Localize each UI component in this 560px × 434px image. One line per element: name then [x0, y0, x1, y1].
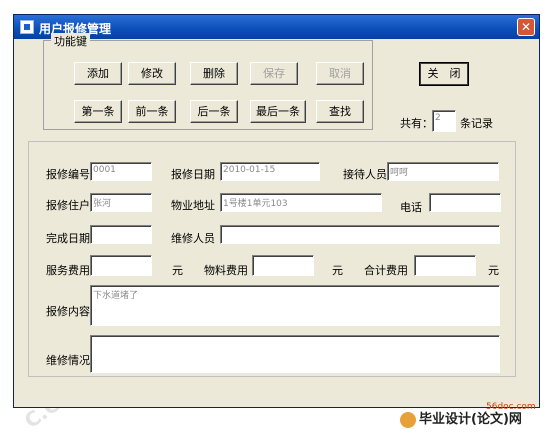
resident-field[interactable]: 张河	[90, 193, 152, 212]
total-fee-unit: 元	[488, 264, 499, 277]
record-count-field: 2	[432, 110, 456, 132]
cancel-button[interactable]: 取消	[316, 62, 364, 85]
prev-record-button[interactable]: 前一条	[128, 100, 176, 123]
next-record-button[interactable]: 后一条	[190, 100, 238, 123]
address-field[interactable]: 1号楼1单元103	[220, 193, 382, 212]
record-count-prefix: 共有：	[400, 117, 433, 130]
content-label: 报修内容	[46, 305, 90, 318]
function-key-group-label: 功能键	[51, 33, 90, 49]
title-bar[interactable]: 用户报修管理 ✕	[14, 15, 539, 39]
material-fee-field[interactable]	[252, 255, 314, 276]
total-fee-label: 合计费用	[364, 264, 408, 277]
repair-date-label: 报修日期	[171, 168, 215, 181]
delete-button[interactable]: 删除	[190, 62, 238, 85]
resident-label: 报修住户	[46, 199, 90, 212]
footer-brand-text: 毕业设计(论文)网	[419, 412, 522, 427]
receiver-label: 接待人员	[343, 168, 387, 181]
repair-no-label: 报修编号	[46, 168, 90, 181]
last-record-button[interactable]: 最后一条	[250, 100, 306, 123]
repairman-field[interactable]	[220, 225, 500, 244]
find-button[interactable]: 查找	[316, 100, 364, 123]
repair-no-field[interactable]: 0001	[90, 162, 152, 181]
service-fee-field[interactable]	[90, 255, 152, 276]
app-icon	[20, 20, 34, 34]
service-fee-label: 服务费用	[46, 264, 90, 277]
service-fee-unit: 元	[172, 264, 183, 277]
brand-logo-icon	[400, 411, 416, 428]
finish-date-label: 完成日期	[46, 232, 90, 245]
phone-field[interactable]	[429, 193, 501, 212]
repairman-label: 维修人员	[171, 232, 215, 245]
finish-date-field[interactable]	[90, 225, 152, 244]
total-fee-field[interactable]	[414, 255, 476, 276]
footer-brand: 毕业设计(论文)网	[400, 408, 522, 428]
receiver-field[interactable]: 呵呵	[387, 162, 499, 181]
material-fee-label: 物料费用	[204, 264, 248, 277]
close-window-button[interactable]: ✕	[517, 18, 535, 36]
close-button[interactable]: 关 闭	[419, 62, 469, 86]
repair-date-field[interactable]: 2010-01-15	[220, 162, 320, 181]
record-count-suffix: 条记录	[460, 117, 493, 130]
material-fee-unit: 元	[332, 264, 343, 277]
status-label: 维修情况	[46, 354, 90, 367]
save-button[interactable]: 保存	[250, 62, 298, 85]
add-button[interactable]: 添加	[74, 62, 122, 85]
address-label: 物业地址	[171, 199, 215, 212]
status-textarea[interactable]	[90, 335, 500, 373]
content-textarea[interactable]: 下水道堵了	[90, 285, 500, 326]
edit-button[interactable]: 修改	[128, 62, 176, 85]
phone-label: 电话	[400, 201, 422, 214]
first-record-button[interactable]: 第一条	[74, 100, 122, 123]
